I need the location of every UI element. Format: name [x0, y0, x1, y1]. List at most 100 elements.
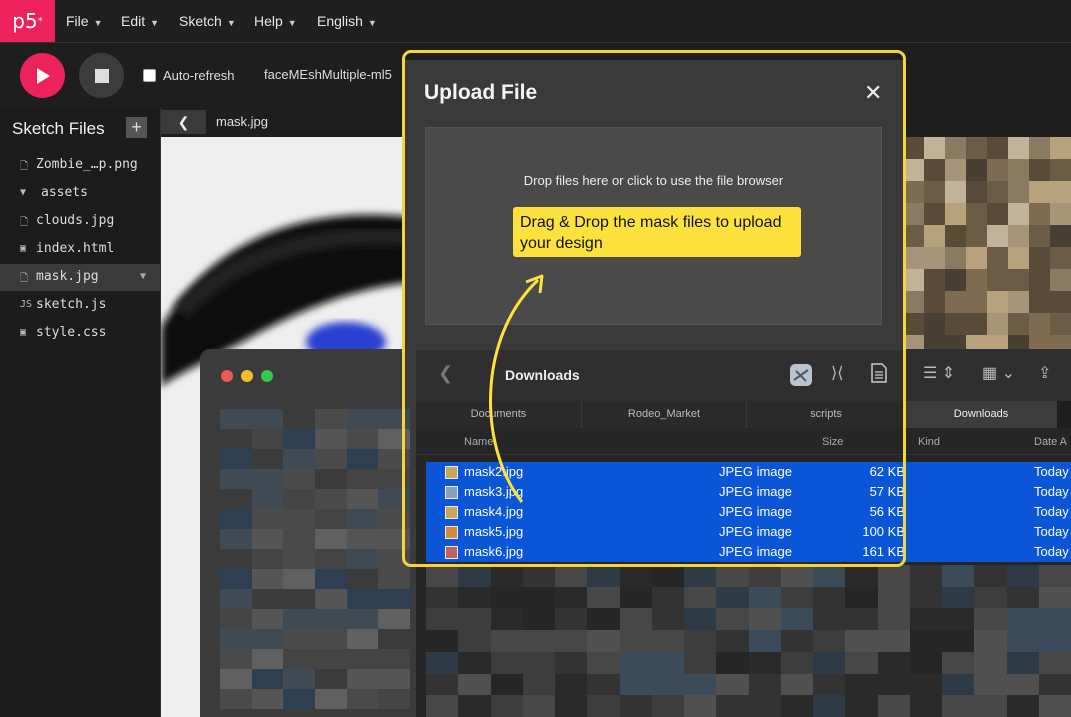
- pixel-block: [942, 586, 975, 609]
- play-button[interactable]: [20, 53, 65, 98]
- pixel-block: [1050, 291, 1071, 313]
- pixel-block: [651, 608, 684, 631]
- pixel-block: [314, 449, 347, 469]
- folder-item-assets[interactable]: ▼ assets: [0, 180, 160, 207]
- pixel-block: [587, 630, 620, 652]
- pixel-block: [1008, 313, 1029, 335]
- pixel-block: [251, 629, 284, 649]
- menu-file[interactable]: File ▼: [66, 13, 102, 29]
- pixel-block: [283, 489, 315, 509]
- pixel-block: [748, 695, 781, 717]
- curved-arrow-icon: [489, 274, 544, 503]
- pixel-block: [619, 608, 652, 631]
- pixel-block: [1029, 159, 1050, 181]
- pixel-block: [1029, 247, 1050, 269]
- col-date[interactable]: Date A: [1034, 436, 1067, 448]
- file-options-icon[interactable]: ▼: [140, 271, 146, 282]
- pixel-block: [903, 225, 924, 247]
- pixel-block: [974, 586, 1007, 609]
- pixel-block: [1029, 291, 1050, 313]
- menu-help[interactable]: Help ▼: [254, 13, 297, 29]
- pixel-block: [780, 565, 813, 587]
- tab-downloads[interactable]: Downloads: [906, 401, 1057, 428]
- pixel-block: [987, 181, 1008, 203]
- logo-text: p5: [12, 9, 38, 33]
- pixel-block: [1006, 673, 1039, 696]
- pixel-block: [780, 608, 813, 631]
- pixel-block: [314, 689, 347, 709]
- add-file-button[interactable]: +: [126, 117, 147, 138]
- caret-down-icon: ▼: [150, 18, 160, 28]
- grid-view-icon[interactable]: ▦ ⌄: [982, 363, 1015, 383]
- pixel-block: [522, 651, 555, 674]
- back-button[interactable]: ❮: [161, 110, 206, 134]
- pixel-block: [716, 586, 749, 609]
- pixel-block: [251, 589, 284, 609]
- pixel-block: [909, 608, 942, 631]
- caret-down-icon: ▼: [93, 18, 103, 28]
- pixel-block: [1050, 203, 1071, 225]
- pixel-block: [346, 589, 379, 609]
- menu-language[interactable]: English ▼: [317, 13, 377, 29]
- pixel-block: [966, 291, 987, 313]
- pixel-block: [1029, 225, 1050, 247]
- pixel-block: [1038, 651, 1071, 674]
- stop-button[interactable]: [79, 53, 124, 98]
- pixel-block: [924, 181, 945, 203]
- file-item[interactable]: ▣ style.css: [0, 320, 160, 347]
- pixel-block: [987, 313, 1008, 335]
- pixel-block: [966, 181, 987, 203]
- file-item[interactable]: JS sketch.js: [0, 292, 160, 319]
- file-item-selected[interactable]: 🗋 mask.jpg ▼: [0, 264, 160, 291]
- finder-sidebar: [200, 349, 416, 717]
- pixel-block: [522, 630, 555, 652]
- folder-open-icon: ▼: [20, 187, 27, 198]
- pixel-block: [283, 429, 315, 449]
- p5-logo[interactable]: p5 *: [0, 0, 55, 42]
- pixel-block: [251, 409, 284, 429]
- js-icon: JS: [20, 299, 33, 310]
- pixel-block: [458, 608, 491, 631]
- pixel-block: [903, 269, 924, 291]
- zoom-window-button[interactable]: [261, 370, 273, 382]
- pixel-block: [877, 565, 910, 587]
- menu-edit[interactable]: Edit ▼: [121, 13, 159, 29]
- pixel-block: [924, 203, 945, 225]
- menu-sketch[interactable]: Sketch ▼: [179, 13, 236, 29]
- pixel-block: [903, 247, 924, 269]
- pixel-block: [1050, 137, 1071, 159]
- pixel-block: [555, 651, 588, 674]
- pixel-block: [220, 649, 252, 669]
- close-window-button[interactable]: [221, 370, 233, 382]
- pixel-block: [780, 695, 813, 717]
- pixel-block: [945, 203, 966, 225]
- file-item[interactable]: ▣ index.html: [0, 236, 160, 263]
- pixel-block: [587, 565, 620, 587]
- chevron-left-icon: ❮: [177, 114, 190, 130]
- pixel-block: [780, 630, 813, 652]
- pixel-block: [314, 669, 347, 689]
- pixel-block: [1008, 159, 1029, 181]
- col-kind[interactable]: Kind: [918, 436, 940, 448]
- pixel-block: [220, 609, 252, 629]
- pixel-block: [587, 673, 620, 696]
- pixel-block: [378, 689, 410, 709]
- auto-refresh-checkbox[interactable]: [143, 69, 156, 82]
- file-item[interactable]: 🗋 Zombie_…p.png: [0, 152, 160, 179]
- pixel-block: [813, 630, 846, 652]
- row-date: Today: [1034, 524, 1069, 539]
- pixel-block: [813, 695, 846, 717]
- pixel-block: [251, 609, 284, 629]
- pixel-block: [619, 695, 652, 717]
- pixel-block: [346, 629, 379, 649]
- pixel-block: [684, 673, 717, 696]
- pixel-block: [378, 589, 410, 609]
- file-item[interactable]: 🗋 clouds.jpg: [0, 208, 160, 235]
- minimize-window-button[interactable]: [241, 370, 253, 382]
- pixel-block: [251, 649, 284, 669]
- pixel-block: [1038, 673, 1071, 696]
- share-icon[interactable]: ⇪: [1038, 363, 1051, 383]
- pixel-block: [378, 649, 410, 669]
- sketch-name[interactable]: faceMEshMultiple-ml5: [264, 67, 392, 82]
- list-view-icon[interactable]: ☰ ⇕: [923, 363, 955, 383]
